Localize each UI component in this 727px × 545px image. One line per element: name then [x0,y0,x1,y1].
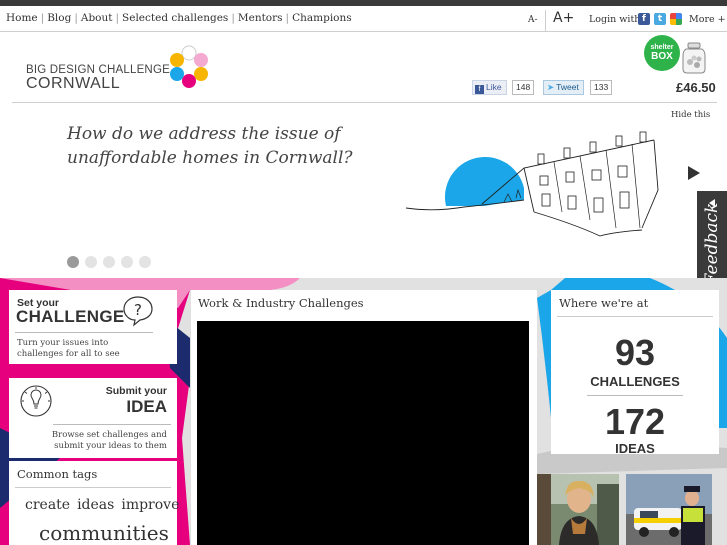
stats-divider [587,395,683,396]
photo-woman-graphic [537,474,619,545]
tag-communities[interactable]: communities [39,521,169,545]
champion-photo-police[interactable] [626,474,712,545]
main-nav: Home | Blog | About | Selected challenges | Ment… [6,12,352,24]
font-larger-button[interactable]: A+ [545,10,583,32]
google-icon-graphic [670,13,682,25]
stats-heading: Where we're at [559,296,649,310]
shelterbox-line2: BOX [651,51,673,62]
tag-improve[interactable]: improve [121,497,179,513]
tweet-count: 133 [590,80,613,95]
common-tags-divider [15,487,171,488]
next-slide-arrow-icon[interactable] [688,166,700,180]
slide-dot-2[interactable] [85,256,97,268]
slide-dot-4[interactable] [121,256,133,268]
ideas-count: 172 [604,401,666,442]
champion-photo-woman[interactable] [537,474,619,545]
nav-home[interactable]: Home [6,12,38,24]
slide-dot-3[interactable] [103,256,115,268]
terraced-houses-illustration [404,131,660,237]
nav-blog[interactable]: Blog [47,12,71,24]
donation-amount: £46.50 [676,80,716,95]
header-divider [12,102,717,103]
submit-idea-card[interactable]: Submit your IDEA Browse set challenges a… [9,378,177,458]
nav-mentors[interactable]: Mentors [238,12,283,24]
shelterbox-logo[interactable]: shelter BOX [644,35,680,71]
nav-about[interactable]: About [81,12,113,24]
challenges-count: 93 [614,332,656,373]
facebook-icon[interactable]: f [638,13,650,25]
nav-separator: | [285,12,290,24]
tag-list: create ideas improve [25,497,186,513]
slide-dot-1[interactable] [67,256,79,268]
tweet-label: Tweet [556,82,579,92]
logo-flower-icon[interactable] [166,44,212,90]
stats-heading-divider [557,316,713,317]
submit-idea-description: Browse set challenges and submit your id… [51,430,167,451]
twitter-bird-icon: ➤ [547,82,555,92]
challenges-label: CHALLENGES [590,374,680,389]
set-challenge-divider [15,332,153,333]
like-count: 148 [512,80,535,95]
more-login-link[interactable]: More + [689,14,726,25]
slide-dot-5[interactable] [139,256,151,268]
font-smaller-button[interactable]: A- [528,15,538,25]
lightbulb-icon [20,385,52,417]
twitter-icon[interactable]: t [654,13,666,25]
hide-hero-link[interactable]: Hide this [671,110,710,120]
login-label: Login with: [589,14,644,25]
submit-idea-title-small: Submit your [105,385,167,397]
logo-title-line2[interactable]: CORNWALL [26,75,120,93]
nav-champions[interactable]: Champions [292,12,352,24]
common-tags-card: Common tags create ideas improve communiti… [9,461,179,545]
video-player[interactable] [197,321,529,545]
set-challenge-description: Turn your issues into challenges for all… [17,338,120,359]
navigation-bar: Home | Blog | About | Selected challenges | Ment… [0,6,727,32]
lower-content-area: Set your CHALLENGE ? Turn your issues in… [0,278,727,545]
nav-separator: | [40,12,45,24]
ideas-label: IDEAS [615,441,655,456]
hero-question[interactable]: How do we address the issue of unafforda… [67,122,367,170]
video-panel-heading: Work & Industry Challenges [198,296,364,310]
facebook-f-icon: f [475,85,484,94]
like-label: Like [486,82,502,92]
set-challenge-title-big: CHALLENGE [16,307,125,326]
nav-separator: | [115,12,120,24]
question-bubble-icon: ? [123,296,153,327]
photo-police-graphic [626,474,712,545]
shelterbox-line1: shelter [650,44,674,51]
nav-selected-challenges[interactable]: Selected challenges [122,12,228,24]
submit-idea-divider [53,424,171,425]
facebook-like-button[interactable]: f Like [472,80,507,95]
donation-jar-icon [682,42,706,74]
common-tags-heading: Common tags [17,467,98,481]
video-panel: Work & Industry Challenges [191,290,537,545]
svg-text:?: ? [134,301,142,319]
tag-create[interactable]: create [25,497,70,513]
nav-separator: | [74,12,78,24]
google-icon[interactable] [670,13,682,25]
submit-idea-title-big: IDEA [126,397,167,416]
tag-ideas[interactable]: ideas [77,497,114,513]
set-challenge-card[interactable]: Set your CHALLENGE ? Turn your issues in… [9,290,177,364]
stats-card: Where we're at 93 CHALLENGES 172 IDEAS [551,290,719,456]
tweet-button[interactable]: ➤ Tweet [543,80,584,95]
nav-separator: | [231,12,235,24]
